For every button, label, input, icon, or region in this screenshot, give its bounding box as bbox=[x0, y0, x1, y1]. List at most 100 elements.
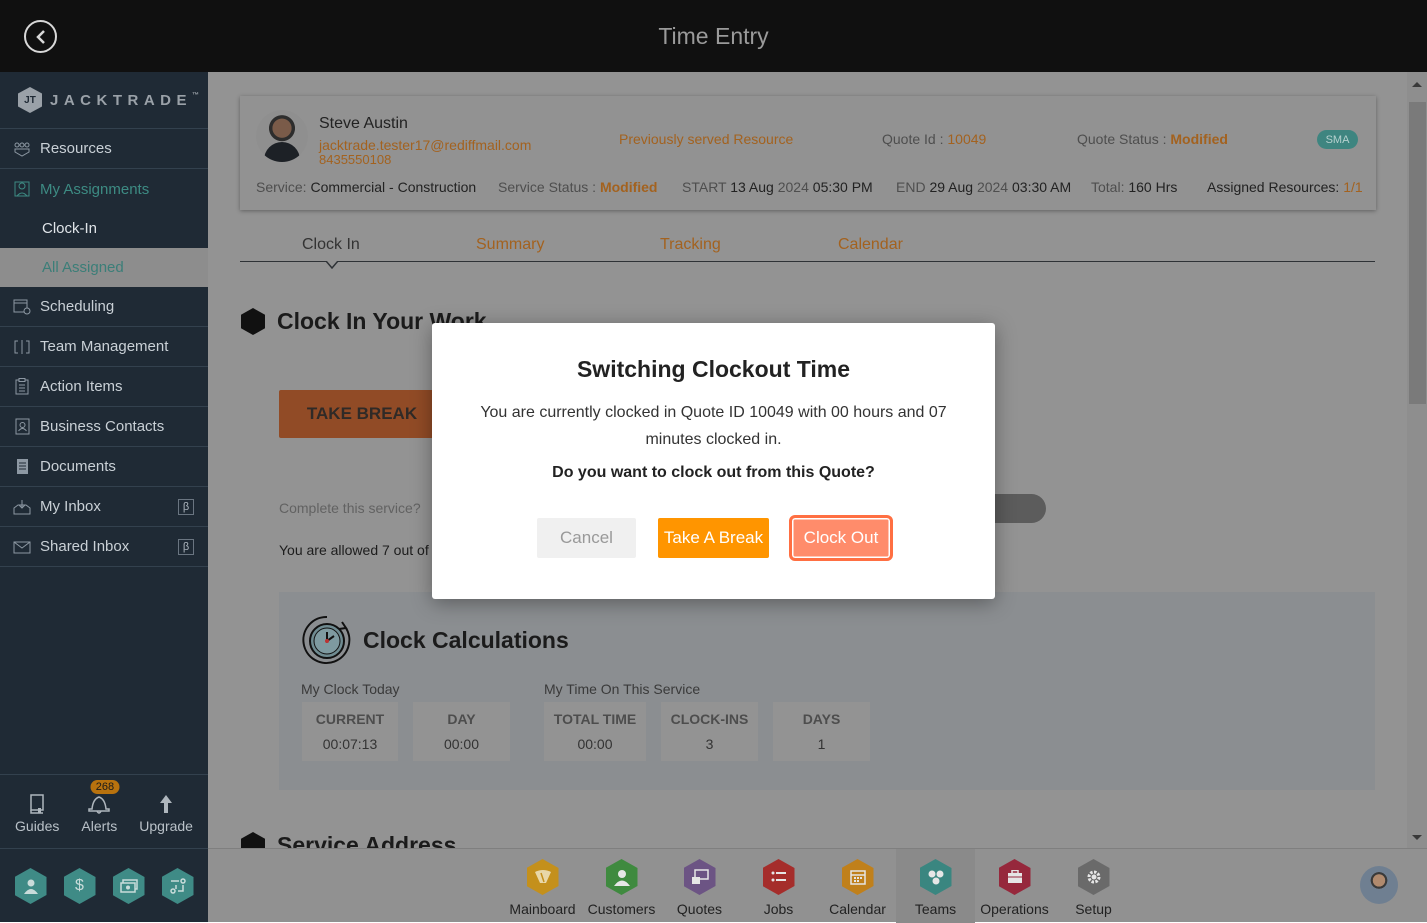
scheduling-icon bbox=[13, 299, 31, 315]
user-hex-button[interactable] bbox=[14, 868, 47, 904]
end-field: END 29 Aug 2024 03:30 AM bbox=[896, 179, 1072, 195]
sidebar-item-documents[interactable]: Documents bbox=[0, 447, 208, 487]
sidebar-item-team-management[interactable]: Team Management bbox=[0, 327, 208, 367]
clock-calculations-title: Clock Calculations bbox=[301, 614, 569, 666]
teams-icon bbox=[919, 859, 952, 895]
quotes-icon bbox=[683, 859, 716, 895]
resource-name: Steve Austin bbox=[319, 115, 408, 132]
assignments-icon bbox=[13, 181, 31, 197]
app-label: Jobs bbox=[763, 901, 794, 917]
service-status-field: Service Status : Modified bbox=[498, 179, 658, 195]
app-jobs[interactable]: Jobs bbox=[739, 849, 818, 923]
team-management-icon bbox=[13, 339, 31, 355]
clipboard-icon bbox=[13, 378, 31, 395]
app-teams[interactable]: Teams bbox=[896, 849, 975, 923]
money-hex-button[interactable] bbox=[112, 868, 145, 904]
stat-clock-ins: CLOCK-INS 3 bbox=[661, 702, 758, 761]
contacts-icon bbox=[13, 418, 31, 435]
resource-card: Steve Austin jacktrade.tester17@rediffma… bbox=[240, 96, 1376, 210]
clock-calculations-panel: Clock Calculations My Clock Today My Tim… bbox=[279, 592, 1375, 790]
app-label: Customers bbox=[587, 901, 656, 917]
sidebar-tools: Guides 268 Alerts Upgrade bbox=[0, 775, 208, 849]
sidebar-item-label: My Inbox bbox=[40, 498, 101, 515]
tab-calendar[interactable]: Calendar bbox=[838, 236, 903, 254]
stat-days: DAYS 1 bbox=[773, 702, 870, 761]
workflow-hex-button[interactable] bbox=[161, 868, 194, 904]
app-calendar[interactable]: Calendar bbox=[818, 849, 897, 923]
clock-out-button[interactable]: Clock Out bbox=[789, 515, 893, 561]
logo-mark-icon: JT bbox=[18, 87, 42, 113]
mail-icon bbox=[13, 539, 31, 555]
upgrade-label: Upgrade bbox=[139, 817, 193, 834]
sidebar-item-business-contacts[interactable]: Business Contacts bbox=[0, 407, 208, 447]
app-label: Quotes bbox=[676, 901, 723, 917]
sidebar-item-label: Scheduling bbox=[40, 298, 115, 315]
my-time-on-service-label: My Time On This Service bbox=[544, 681, 701, 697]
quote-id: Quote Id : 10049 bbox=[882, 131, 987, 147]
sidebar-item-my-inbox[interactable]: My Inbox β bbox=[0, 487, 208, 527]
sidebar-subitem-clock-in[interactable]: Clock-In bbox=[0, 209, 208, 248]
app-label: Teams bbox=[914, 901, 957, 917]
resource-email[interactable]: jacktrade.tester17@rediffmail.com bbox=[319, 137, 531, 153]
scrollbar-thumb[interactable] bbox=[1409, 102, 1426, 404]
mainboard-icon bbox=[526, 859, 559, 895]
logo-wordmark: JACKTRADE™ bbox=[50, 91, 200, 109]
app-quotes[interactable]: Quotes bbox=[660, 849, 739, 923]
jacktrade-logo[interactable]: JT JACKTRADE™ bbox=[0, 72, 208, 129]
upgrade-button[interactable]: Upgrade bbox=[139, 790, 193, 834]
sidebar-item-label: Documents bbox=[40, 458, 116, 475]
tab-tracking[interactable]: Tracking bbox=[660, 236, 721, 254]
hexagon-bullet-icon bbox=[241, 832, 265, 848]
sidebar-subitem-all-assigned[interactable]: All Assigned bbox=[0, 248, 208, 287]
sidebar-item-label: Resources bbox=[40, 140, 112, 157]
clock-icon bbox=[302, 615, 351, 664]
book-icon bbox=[29, 790, 45, 818]
main-scrollbar[interactable] bbox=[1407, 72, 1427, 848]
sidebar: JT JACKTRADE™ Resources My Assignments C… bbox=[0, 72, 208, 922]
sidebar-item-shared-inbox[interactable]: Shared Inbox β bbox=[0, 527, 208, 567]
beta-badge: β bbox=[178, 538, 194, 555]
take-a-break-button[interactable]: Take A Break bbox=[658, 518, 769, 558]
page-title: Time Entry bbox=[658, 22, 769, 49]
app-customers[interactable]: Customers bbox=[582, 849, 661, 923]
user-icon bbox=[23, 879, 38, 894]
app-label: Operations bbox=[980, 901, 1049, 917]
dialog-question: Do you want to clock out from this Quote… bbox=[552, 464, 875, 481]
tab-summary[interactable]: Summary bbox=[476, 236, 544, 254]
app-operations[interactable]: Operations bbox=[975, 849, 1054, 923]
resources-icon bbox=[13, 141, 31, 157]
app-label: Mainboard bbox=[509, 901, 576, 917]
alerts-button[interactable]: 268 Alerts bbox=[81, 779, 120, 834]
assigned-resources-field: Assigned Resources: 1/1 bbox=[1207, 179, 1363, 195]
sidebar-item-action-items[interactable]: Action Items bbox=[0, 367, 208, 407]
guides-button[interactable]: Guides bbox=[15, 790, 59, 834]
sidebar-item-label: My Assignments bbox=[40, 180, 150, 198]
tab-clock-in[interactable]: Clock In bbox=[302, 236, 360, 254]
sidebar-item-scheduling[interactable]: Scheduling bbox=[0, 287, 208, 327]
sidebar-bottom: Guides 268 Alerts Upgrade $ bbox=[0, 774, 208, 923]
take-break-button[interactable]: TAKE BREAK bbox=[279, 390, 445, 438]
user-profile-avatar[interactable] bbox=[1360, 866, 1398, 904]
sidebar-item-label: Shared Inbox bbox=[40, 538, 130, 555]
stat-current: CURRENT 00:07:13 bbox=[302, 702, 398, 761]
tab-bar: Clock In Summary Tracking Calendar bbox=[240, 230, 1375, 269]
scroll-down-arrow-icon[interactable] bbox=[1412, 835, 1422, 840]
cancel-button[interactable]: Cancel bbox=[537, 518, 636, 558]
back-button[interactable] bbox=[24, 20, 57, 53]
start-field: START 13 Aug 2024 05:30 PM bbox=[682, 179, 873, 195]
dollar-hex-button[interactable]: $ bbox=[63, 868, 96, 904]
briefcase-icon bbox=[998, 859, 1031, 895]
beta-badge: β bbox=[178, 498, 194, 515]
resource-phone[interactable]: 8435550108 bbox=[319, 152, 391, 167]
calendar-icon bbox=[841, 859, 874, 895]
alerts-label: Alerts bbox=[81, 817, 118, 834]
scroll-up-arrow-icon[interactable] bbox=[1412, 82, 1422, 87]
guides-label: Guides bbox=[15, 817, 60, 834]
dialog-message: You are currently clocked in Quote ID 10… bbox=[480, 404, 947, 448]
top-bar: Time Entry bbox=[0, 0, 1427, 72]
complete-service-question: Complete this service? bbox=[279, 500, 421, 516]
app-setup[interactable]: Setup bbox=[1054, 849, 1133, 923]
sidebar-item-my-assignments[interactable]: My Assignments bbox=[0, 169, 208, 209]
app-mainboard[interactable]: Mainboard bbox=[503, 849, 582, 923]
sidebar-item-resources[interactable]: Resources bbox=[0, 129, 208, 169]
